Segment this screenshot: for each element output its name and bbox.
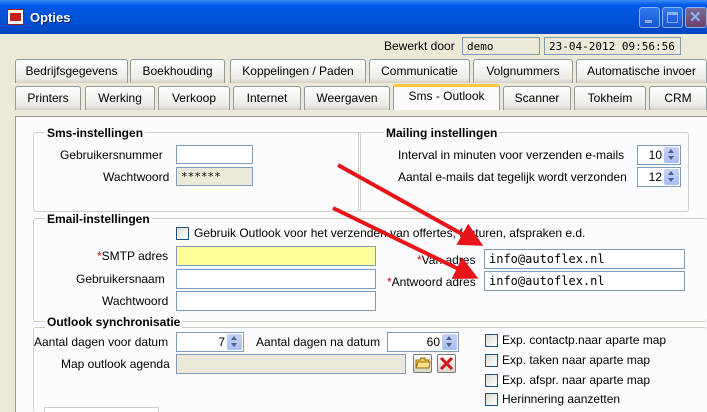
sms-password-label: Wachtwoord bbox=[103, 170, 170, 184]
count-value: 12 bbox=[648, 170, 662, 184]
edited-by-label: Bewerkt door bbox=[384, 39, 455, 53]
sms-user-input[interactable] bbox=[176, 145, 253, 164]
tab-label: Volgnummers bbox=[486, 64, 560, 78]
smtp-input[interactable] bbox=[176, 246, 376, 266]
agenda-input[interactable] bbox=[176, 354, 406, 374]
tab-label: Verkoop bbox=[171, 91, 217, 105]
days-after-label: Aantal dagen na datum bbox=[256, 335, 381, 349]
tab-label: Werking bbox=[98, 91, 142, 105]
tab-label: Bedrijfsgegevens bbox=[25, 64, 118, 78]
tab-label: CRM bbox=[664, 91, 692, 105]
edited-by-field: demo bbox=[462, 37, 540, 55]
delete-x-icon bbox=[439, 356, 454, 371]
tab-label: Tokheim bbox=[587, 91, 633, 105]
bottom-panel-edge bbox=[44, 407, 159, 412]
tab-crm[interactable]: CRM bbox=[649, 86, 707, 110]
count-label: Aantal e-mails dat tegelijk wordt verzon… bbox=[398, 170, 627, 184]
tab-sms-outlook[interactable]: Sms - Outlook bbox=[393, 84, 500, 110]
tab-bedrijfsgegevens[interactable]: Bedrijfsgegevens bbox=[15, 59, 128, 83]
outlook-group-title: Outlook synchronisatie bbox=[45, 315, 183, 329]
tab-label: Communicatie bbox=[381, 64, 458, 78]
agenda-label: Map outlook agenda bbox=[61, 357, 170, 371]
interval-value: 10 bbox=[648, 148, 662, 162]
tab-printers[interactable]: Printers bbox=[15, 86, 81, 110]
window-title: Opties bbox=[30, 10, 71, 25]
spin-arrows-icon[interactable] bbox=[227, 334, 242, 350]
minimize-button[interactable] bbox=[639, 7, 660, 28]
close-button[interactable]: ✕ bbox=[685, 7, 707, 28]
spin-arrows-icon[interactable] bbox=[442, 334, 457, 350]
email-group-title: Email-instellingen bbox=[45, 212, 152, 226]
from-label: *Van adres bbox=[417, 253, 475, 267]
tab-verkoop[interactable]: Verkoop bbox=[158, 86, 230, 110]
maximize-button[interactable] bbox=[662, 7, 683, 28]
datetime-field: 23-04-2012 09:56:56 bbox=[544, 37, 681, 55]
from-input[interactable]: info@autoflex.nl bbox=[484, 249, 685, 269]
outlook-checkbox-2[interactable] bbox=[485, 374, 498, 387]
tab-label: Internet bbox=[246, 91, 288, 105]
interval-label: Interval in minuten voor verzenden e-mai… bbox=[398, 148, 625, 162]
tab-label: Scanner bbox=[514, 91, 560, 105]
interval-spinner[interactable]: 10 bbox=[637, 145, 681, 165]
close-icon: ✕ bbox=[689, 9, 702, 26]
reply-label-text: Antwoord adres bbox=[391, 275, 476, 289]
outlook-checkbox-label-2: Exp. afspr. naar aparte map bbox=[502, 373, 651, 387]
days-before-spinner[interactable]: 7 bbox=[176, 332, 244, 352]
sms-group-title: Sms-instellingen bbox=[45, 126, 146, 140]
tab-volgnummers[interactable]: Volgnummers bbox=[473, 59, 573, 83]
clear-agenda-button[interactable] bbox=[437, 354, 456, 373]
app-icon bbox=[7, 9, 24, 25]
sms-password-input[interactable]: ****** bbox=[176, 167, 253, 186]
tab-automatische-invoer[interactable]: Automatische invoer bbox=[576, 59, 707, 83]
use-outlook-checkbox[interactable] bbox=[176, 227, 189, 240]
browse-folder-button[interactable] bbox=[413, 354, 432, 373]
username-label: Gebruikersnaam bbox=[76, 272, 165, 286]
email-password-label: Wachtwoord bbox=[102, 294, 169, 308]
tab-internet[interactable]: Internet bbox=[233, 86, 301, 110]
tab-koppelingen-paden[interactable]: Koppelingen / Paden bbox=[230, 59, 366, 83]
maximize-icon bbox=[667, 12, 678, 23]
tab-label: Weergaven bbox=[316, 91, 378, 105]
tab-label: Boekhouding bbox=[142, 64, 213, 78]
mailing-group-title: Mailing instellingen bbox=[384, 126, 500, 140]
spin-arrows-icon[interactable] bbox=[664, 169, 679, 185]
days-before-value: 7 bbox=[218, 335, 225, 349]
outlook-checkbox-label-0: Exp. contactp.naar aparte map bbox=[502, 333, 667, 347]
outlook-checkbox-label-1: Exp. taken naar aparte map bbox=[502, 353, 651, 367]
outlook-checkbox-0[interactable] bbox=[485, 334, 498, 347]
reply-input[interactable]: info@autoflex.nl bbox=[484, 271, 685, 291]
count-spinner[interactable]: 12 bbox=[637, 167, 681, 187]
reply-label: *Antwoord adres bbox=[387, 275, 476, 289]
tab-scanner[interactable]: Scanner bbox=[503, 86, 571, 110]
tab-label: Automatische invoer bbox=[587, 64, 696, 78]
smtp-label-text: SMTP adres bbox=[101, 249, 169, 263]
tab-weergaven[interactable]: Weergaven bbox=[304, 86, 390, 110]
use-outlook-label: Gebruik Outlook voor het verzenden van o… bbox=[194, 226, 586, 240]
tab-boekhouding[interactable]: Boekhouding bbox=[130, 59, 225, 83]
outlook-checkbox-1[interactable] bbox=[485, 354, 498, 367]
title-bar: Opties ✕ bbox=[0, 0, 707, 34]
tab-label: Sms - Outlook bbox=[408, 89, 485, 103]
tab-label: Printers bbox=[27, 91, 69, 105]
days-before-label: Aantal dagen voor datum bbox=[34, 335, 169, 349]
folder-icon bbox=[415, 357, 431, 369]
minimize-icon bbox=[645, 20, 652, 23]
sms-user-label: Gebruikersnummer bbox=[60, 148, 163, 162]
outlook-checkbox-3[interactable] bbox=[485, 393, 498, 406]
smtp-label: *SMTP adres bbox=[97, 249, 168, 263]
spin-arrows-icon[interactable] bbox=[664, 147, 679, 163]
outlook-checkbox-label-3: Herinnering aanzetten bbox=[502, 392, 621, 406]
username-input[interactable] bbox=[176, 269, 376, 289]
tab-tokheim[interactable]: Tokheim bbox=[574, 86, 646, 110]
days-after-spinner[interactable]: 60 bbox=[387, 332, 459, 352]
tab-werking[interactable]: Werking bbox=[85, 86, 155, 110]
days-after-value: 60 bbox=[426, 335, 440, 349]
email-password-input[interactable] bbox=[176, 291, 376, 311]
tab-label: Koppelingen / Paden bbox=[242, 64, 354, 78]
from-label-text: Van adres bbox=[421, 253, 476, 267]
tab-communicatie[interactable]: Communicatie bbox=[369, 59, 470, 83]
